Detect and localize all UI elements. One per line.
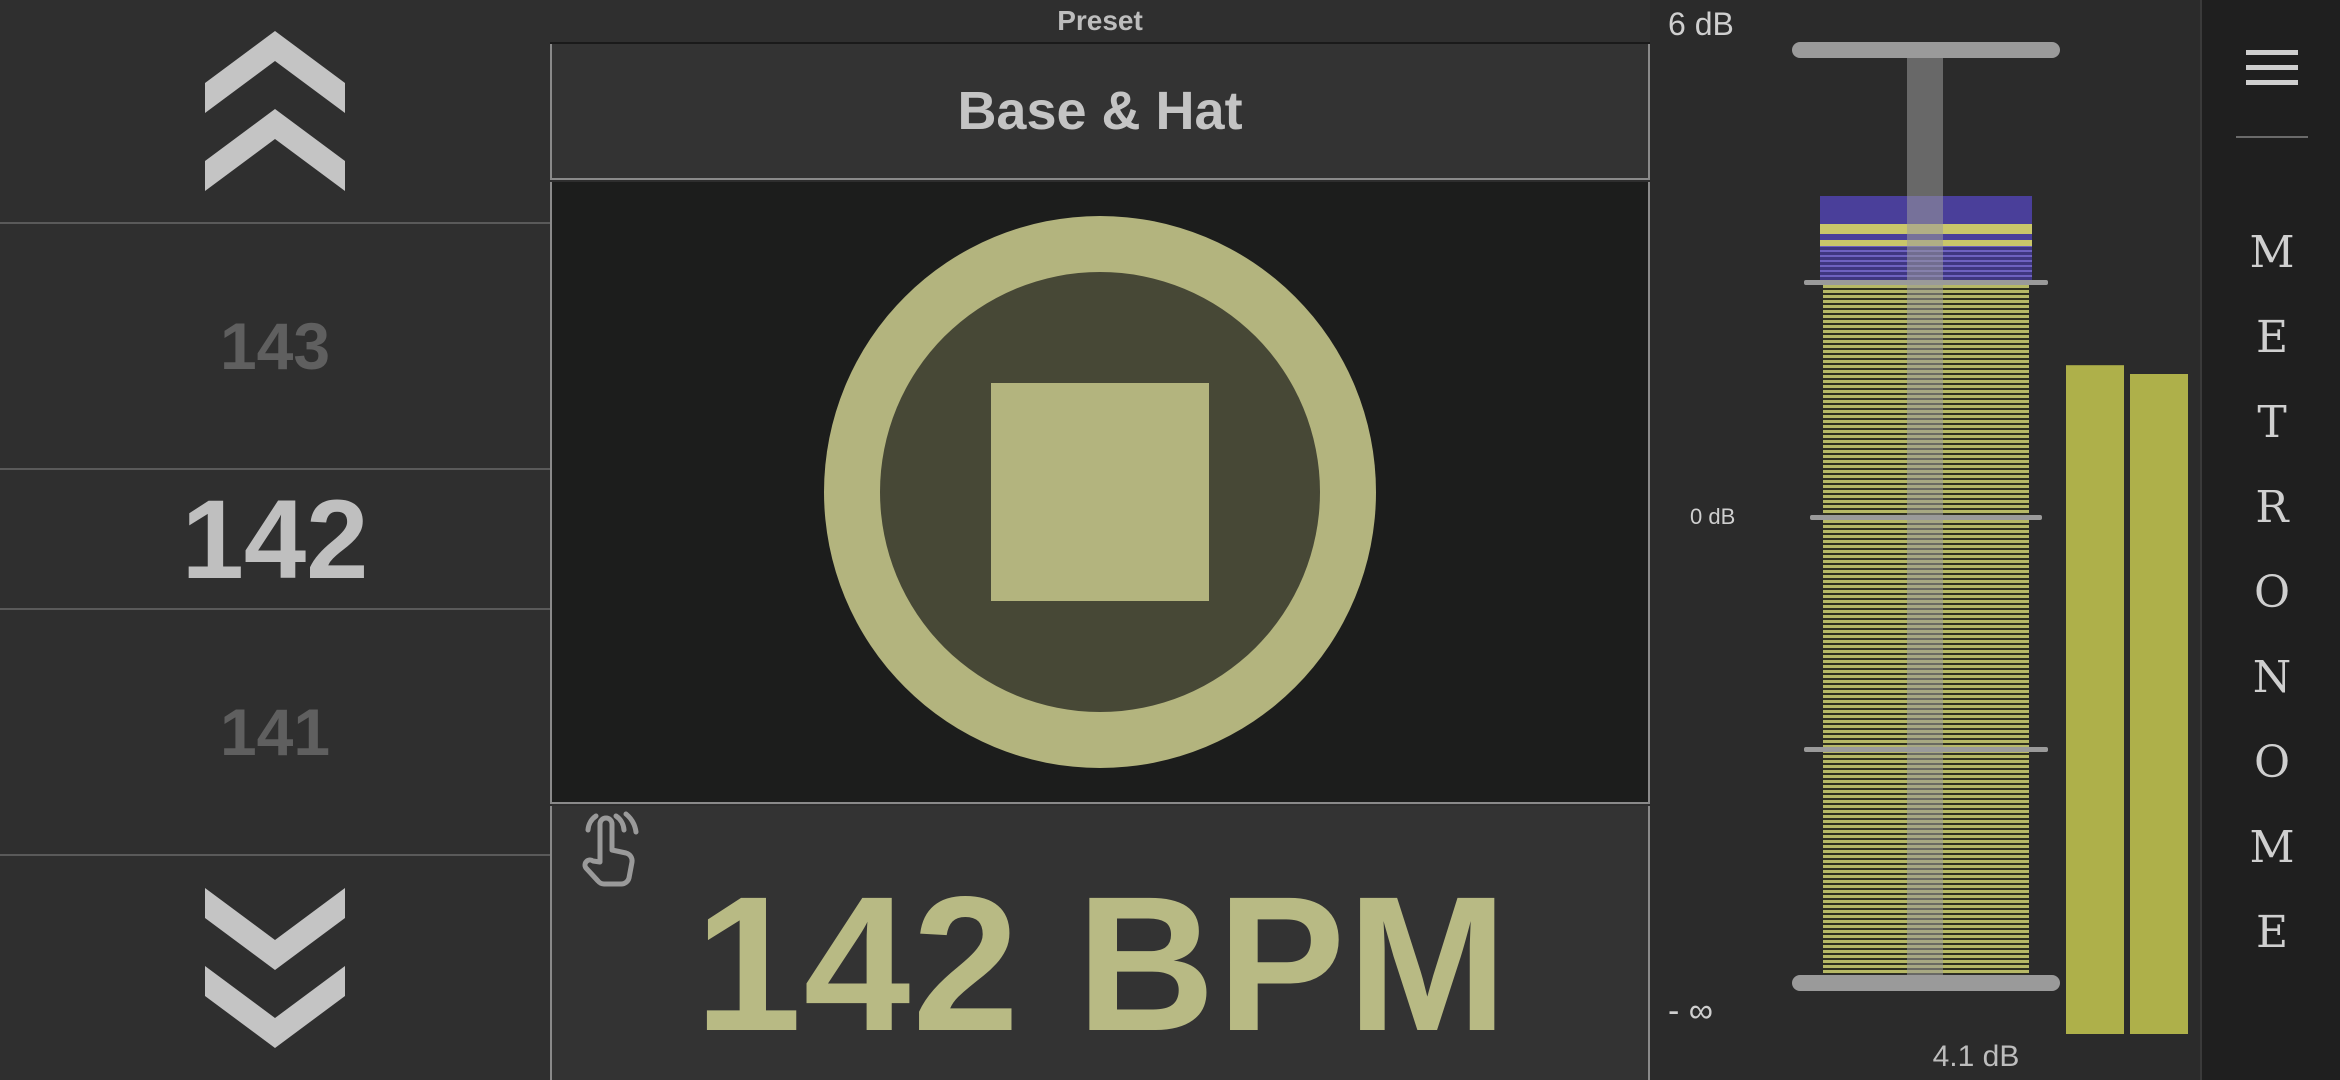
app-sidebar: M E T R O N O M E (2200, 0, 2340, 1080)
volume-slider[interactable] (1650, 0, 2200, 1080)
sidebar-divider (2236, 136, 2308, 138)
double-chevron-up-icon (205, 31, 345, 191)
bpm-display: 142 BPM (694, 856, 1510, 1071)
title-letter: M (2249, 822, 2295, 873)
play-stop-area[interactable] (550, 182, 1650, 804)
menu-button[interactable] (2246, 48, 2298, 88)
preset-label: Preset (550, 0, 1650, 44)
title-letter: N (2252, 652, 2292, 703)
stop-button[interactable] (552, 182, 1648, 802)
preset-name: Base & Hat (957, 81, 1243, 141)
title-letter: E (2255, 312, 2289, 363)
tap-tempo-area[interactable]: 142 BPM (550, 806, 1650, 1080)
title-letter: M (2249, 227, 2295, 278)
hamburger-menu-icon (2246, 50, 2298, 85)
stop-icon (991, 383, 1209, 601)
bpm-picker: 143 142 141 (0, 0, 550, 1080)
bpm-value-below: 141 (219, 695, 331, 769)
title-letter: O (2253, 737, 2291, 788)
bpm-value-above: 143 (219, 309, 331, 383)
title-letter: T (2257, 397, 2287, 448)
preset-selector[interactable]: Base & Hat (550, 44, 1650, 180)
level-bar-right (2130, 374, 2188, 1034)
double-chevron-down-icon (205, 888, 345, 1048)
volume-meter: 6 dB 0 dB - ∞ 4.1 dB (1650, 0, 2200, 1080)
increase-bpm-button[interactable] (0, 0, 550, 222)
title-letter: R (2255, 482, 2289, 533)
decrease-bpm-button[interactable] (0, 856, 550, 1080)
app-title-vertical: M E T R O N O M E (2202, 210, 2340, 975)
title-letter: E (2255, 907, 2289, 958)
bpm-option-current[interactable]: 142 (0, 470, 550, 608)
title-letter: O (2253, 567, 2291, 618)
bpm-option-below[interactable]: 141 (0, 610, 550, 854)
bpm-value-current: 142 (181, 476, 369, 602)
bpm-option-above[interactable]: 143 (0, 224, 550, 468)
level-bar-left (2066, 365, 2124, 1034)
main-panel: Preset Base & Hat 142 BPM (550, 0, 1650, 1080)
